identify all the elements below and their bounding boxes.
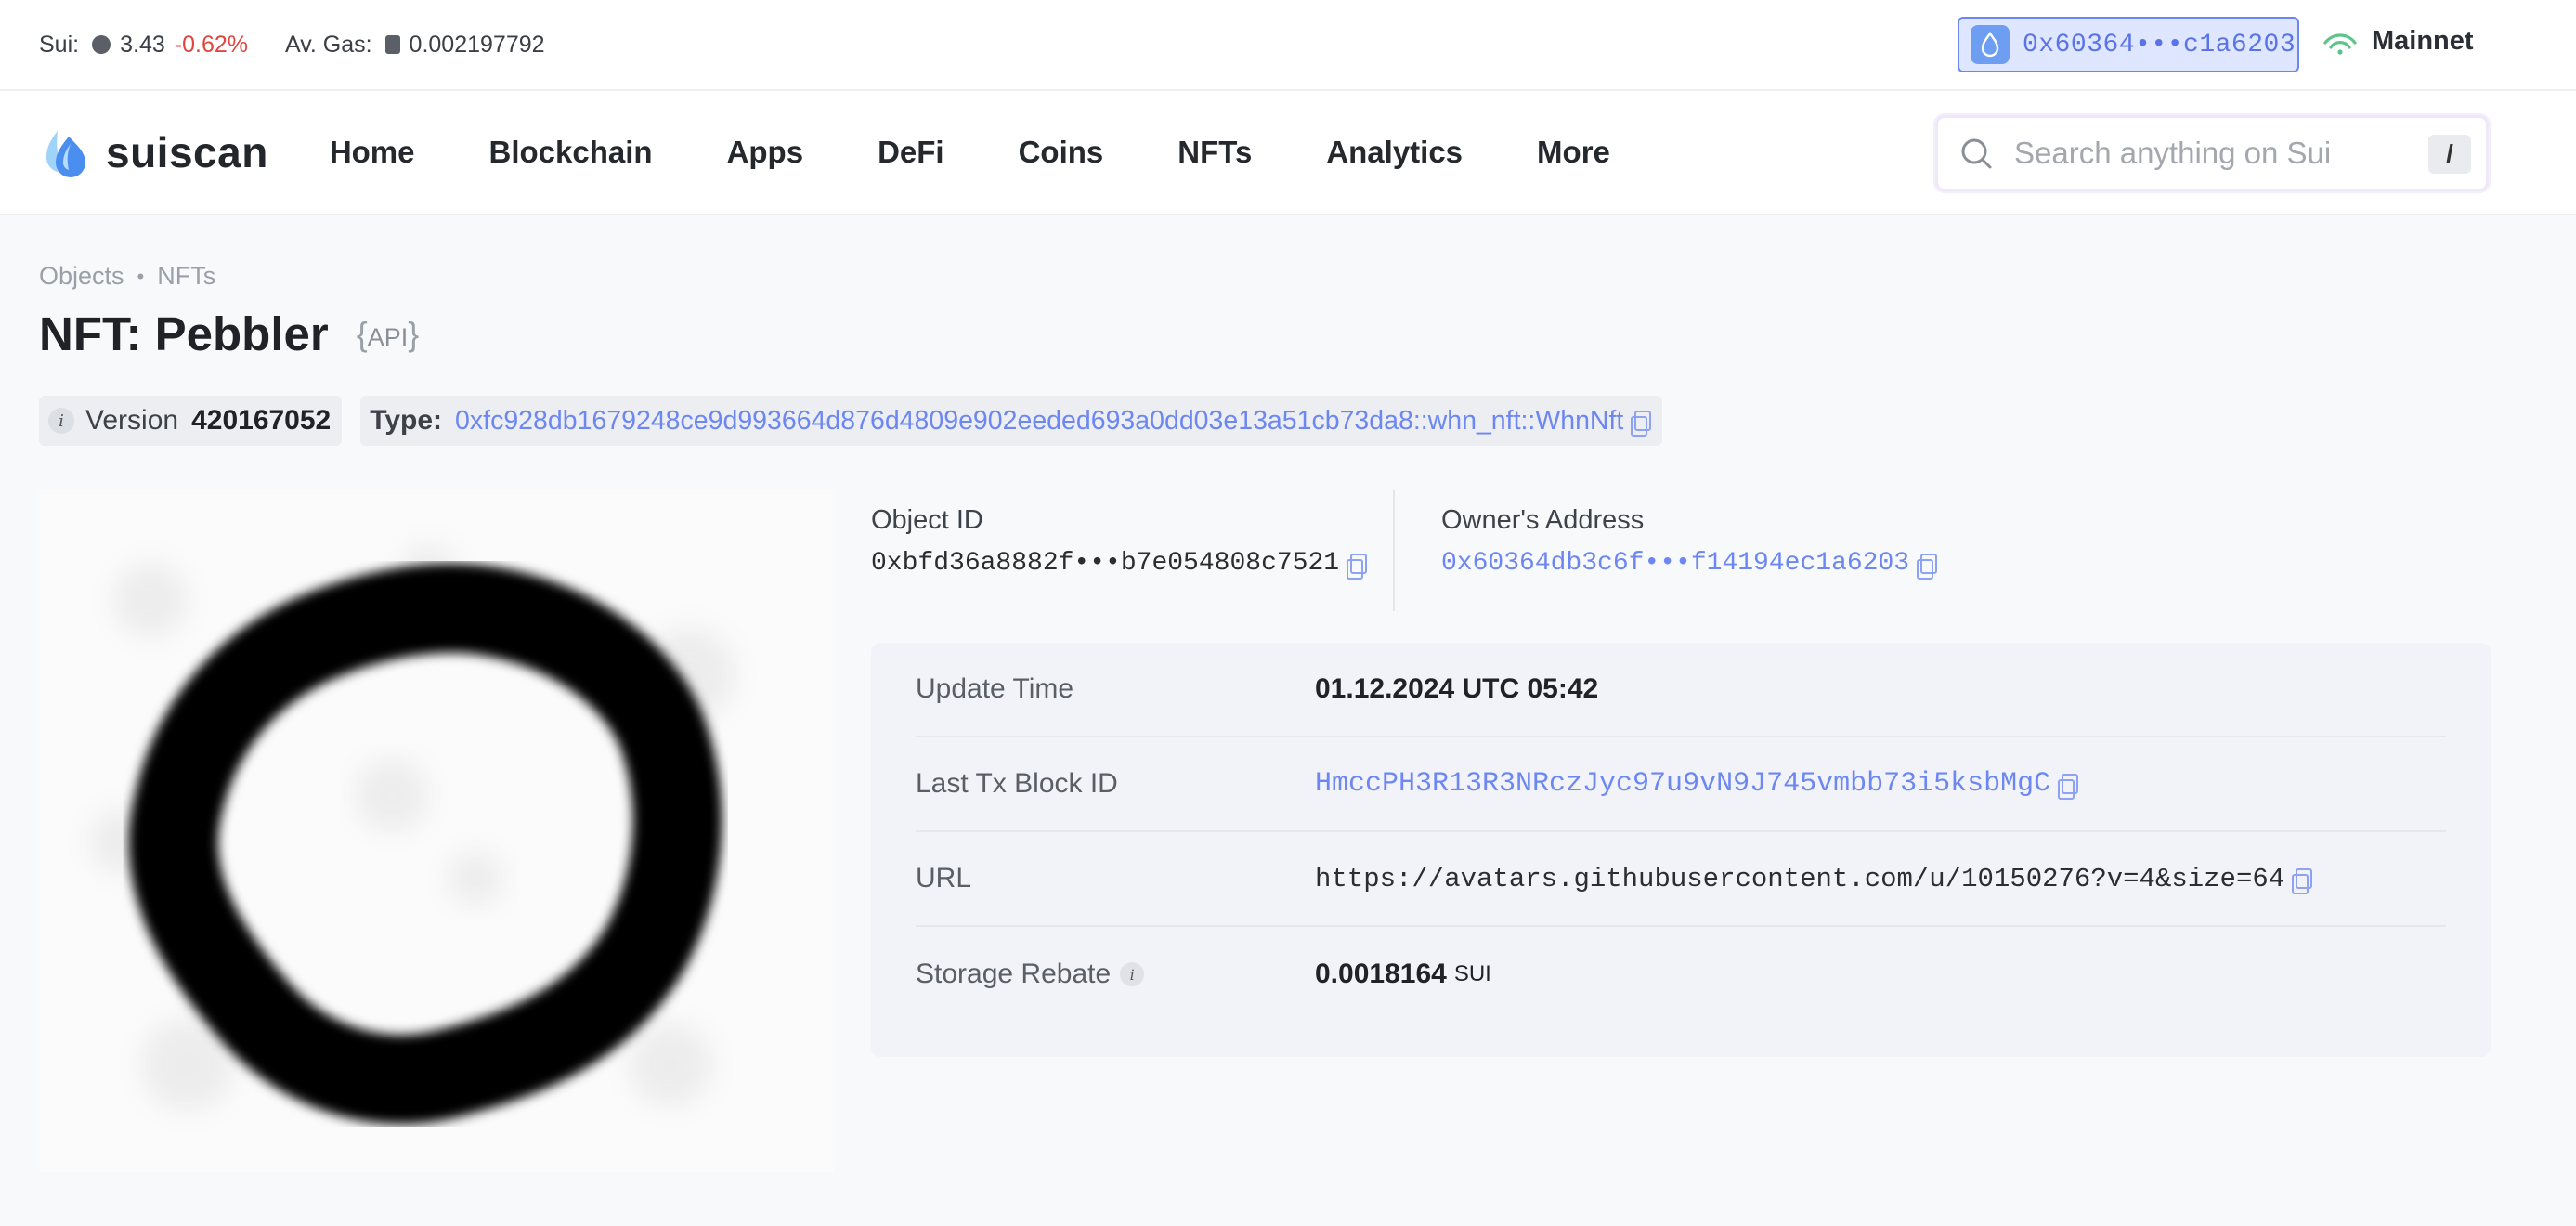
ticker-bar: Sui: 3.43 -0.62% Av. Gas: 0.002197792 0x… bbox=[0, 0, 2576, 91]
url-value: https://avatars.githubusercontent.com/u/… bbox=[1315, 863, 2285, 894]
network-label: Mainnet bbox=[2372, 26, 2474, 56]
main-nav: suiscan Home Blockchain Apps DeFi Coins … bbox=[0, 91, 2576, 215]
nav-analytics[interactable]: Analytics bbox=[1326, 135, 1463, 170]
network-selector[interactable]: Mainnet bbox=[2322, 26, 2474, 57]
version-label: Version bbox=[85, 405, 179, 436]
detail-row: Update Time 01.12.2024 UTC 05:42 bbox=[916, 643, 2446, 737]
update-time-label: Update Time bbox=[916, 673, 1074, 704]
breadcrumb-nfts[interactable]: NFTs bbox=[157, 262, 215, 291]
nav-home[interactable]: Home bbox=[330, 135, 415, 170]
api-button[interactable]: {API} bbox=[357, 315, 420, 354]
page-title: NFT: Pebbler bbox=[39, 307, 329, 360]
suiscan-logo-icon bbox=[46, 131, 85, 177]
wallet-button[interactable]: 0x60364•••c1a6203 bbox=[1958, 17, 2299, 72]
copy-icon[interactable] bbox=[1347, 553, 1368, 580]
last-tx-link[interactable]: HmccPH3R13R3NRczJyc97u9vN9J745vmbb73i5ks… bbox=[1315, 768, 2050, 800]
gas-value: 0.002197792 bbox=[409, 31, 545, 58]
detail-row: Storage Rebate i 0.0018164 SUI bbox=[916, 927, 2446, 1022]
type-link[interactable]: 0xfc928db1679248ce9d993664d876d4809e902e… bbox=[455, 406, 1623, 437]
storage-rebate-value: 0.0018164 bbox=[1315, 959, 1447, 989]
signal-icon bbox=[2323, 33, 2357, 55]
nav-coins[interactable]: Coins bbox=[1019, 135, 1104, 170]
nav-more[interactable]: More bbox=[1537, 135, 1610, 170]
gas-label: Av. Gas: bbox=[284, 31, 372, 58]
detail-row: Last Tx Block ID HmccPH3R13R3NRczJyc97u9… bbox=[916, 737, 2446, 832]
owner-address-label: Owner's Address bbox=[1441, 505, 1645, 535]
sui-coin-icon bbox=[92, 35, 111, 54]
update-time-value: 01.12.2024 UTC 05:42 bbox=[1315, 673, 1599, 704]
type-chip: Type: 0xfc928db1679248ce9d993664d876d480… bbox=[360, 396, 1663, 446]
sui-price: 3.43 bbox=[120, 31, 165, 58]
nav-nfts[interactable]: NFTs bbox=[1177, 135, 1252, 170]
sui-label: Sui: bbox=[39, 31, 80, 58]
wallet-address: 0x60364•••c1a6203 bbox=[2023, 30, 2296, 59]
copy-icon[interactable] bbox=[2058, 774, 2079, 800]
info-icon[interactable]: i bbox=[1120, 962, 1145, 986]
nav-defi[interactable]: DeFi bbox=[878, 135, 944, 170]
owner-address-field: Owner's Address 0x60364db3c6f•••f14194ec… bbox=[1441, 505, 1938, 580]
version-value: 420167052 bbox=[191, 405, 332, 436]
copy-icon[interactable] bbox=[1917, 553, 1938, 580]
nft-image bbox=[39, 489, 834, 1172]
object-id-field: Object ID 0xbfd36a8882f•••b7e054808c7521 bbox=[871, 505, 1368, 580]
storage-rebate-unit: SUI bbox=[1453, 961, 1491, 986]
owner-address-link[interactable]: 0x60364db3c6f•••f14194ec1a6203 bbox=[1441, 549, 1909, 578]
search-box[interactable]: / bbox=[1935, 115, 2489, 191]
sui-drop-icon bbox=[1971, 25, 2010, 64]
object-id-label: Object ID bbox=[871, 505, 983, 535]
api-label: API bbox=[367, 322, 409, 351]
search-shortcut-key: / bbox=[2428, 135, 2471, 174]
search-icon bbox=[1961, 138, 1992, 169]
main-content: Objects • NFTs NFT: Pebbler {API} i Vers… bbox=[0, 215, 2576, 1226]
search-input[interactable] bbox=[2014, 136, 2413, 171]
sui-change: -0.62% bbox=[174, 31, 248, 58]
nav-apps[interactable]: Apps bbox=[727, 135, 804, 170]
copy-icon[interactable] bbox=[2292, 868, 2313, 894]
version-chip: i Version 420167052 bbox=[39, 396, 343, 446]
suiscan-logo[interactable]: suiscan bbox=[39, 124, 268, 181]
gas-pump-icon bbox=[384, 35, 400, 54]
storage-rebate-label: Storage Rebate bbox=[916, 959, 1112, 989]
sui-price-ticker: Sui: 3.43 -0.62% bbox=[39, 32, 248, 59]
page-title-row: NFT: Pebbler {API} bbox=[39, 306, 419, 361]
info-icon[interactable]: i bbox=[48, 408, 74, 434]
divider bbox=[1393, 490, 1395, 611]
copy-icon[interactable] bbox=[1631, 411, 1652, 437]
gas-ticker: Av. Gas: 0.002197792 bbox=[285, 32, 545, 59]
breadcrumb-separator: • bbox=[137, 264, 145, 288]
type-label: Type: bbox=[370, 405, 443, 436]
meta-chips: i Version 420167052 Type: 0xfc928db16792… bbox=[39, 396, 1681, 446]
brand-name: suiscan bbox=[106, 128, 268, 176]
nav-blockchain[interactable]: Blockchain bbox=[489, 135, 653, 170]
object-id-value: 0xbfd36a8882f•••b7e054808c7521 bbox=[871, 549, 1340, 578]
breadcrumb: Objects • NFTs bbox=[39, 262, 215, 291]
breadcrumb-objects[interactable]: Objects bbox=[39, 262, 124, 291]
details-card: Update Time 01.12.2024 UTC 05:42 Last Tx… bbox=[871, 643, 2491, 1057]
url-label: URL bbox=[916, 863, 972, 893]
detail-row: URL https://avatars.githubusercontent.co… bbox=[916, 832, 2446, 927]
last-tx-label: Last Tx Block ID bbox=[916, 768, 1118, 799]
